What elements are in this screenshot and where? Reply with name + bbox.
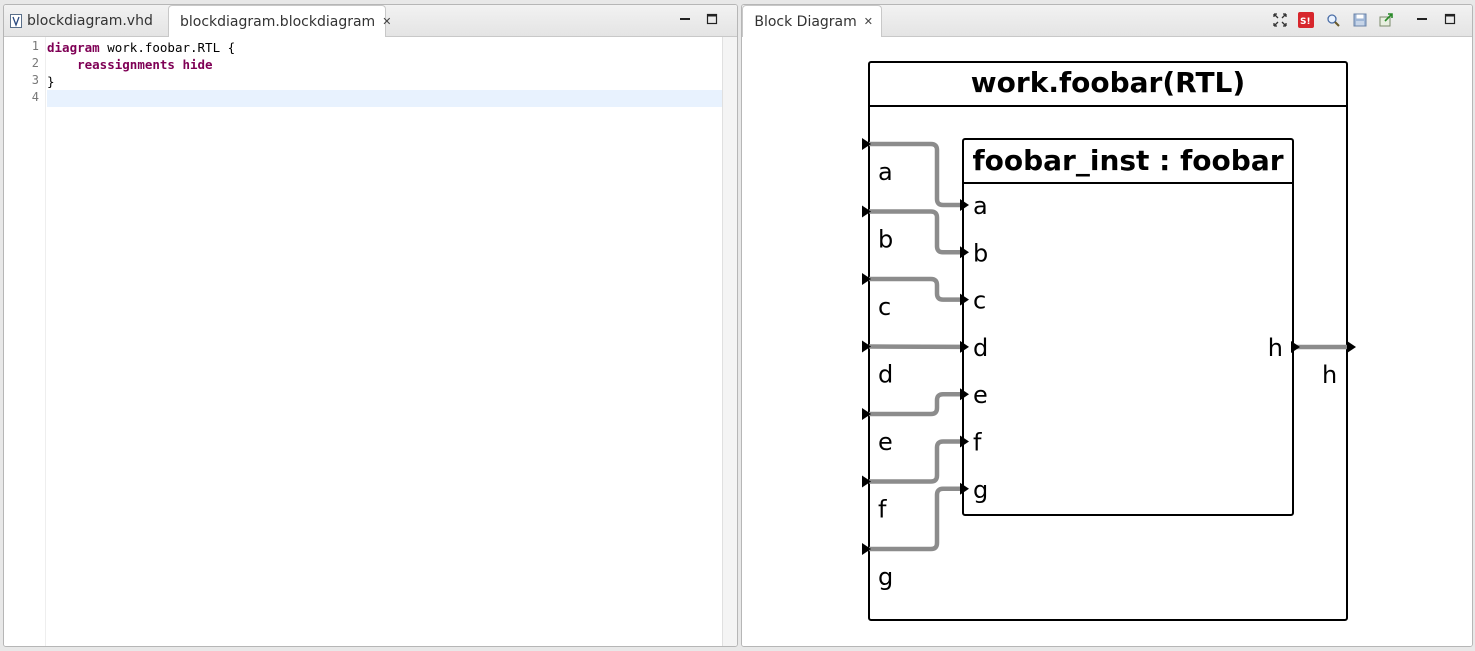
code-line[interactable]: } (47, 73, 723, 90)
inner-block-title: foobar_inst : foobar (972, 144, 1283, 177)
tab-block-diagram[interactable]: Block Diagram ✕ (742, 5, 882, 37)
minimize-icon[interactable] (1415, 12, 1429, 26)
block-diagram[interactable]: work.foobar(RTL) foobar_inst : foobar a a… (742, 37, 1470, 647)
line-number: 3 (31, 73, 39, 87)
keyword: diagram (47, 40, 100, 55)
line-number: 4 (31, 90, 39, 104)
line-number-gutter: 1 2 3 4 (4, 37, 46, 646)
outer-port-label-h: h (1322, 361, 1337, 389)
block-diagram-pane: Block Diagram ✕ S! work.foobar(RTL) foob… (741, 4, 1473, 647)
save-icon[interactable] (1352, 12, 1368, 28)
tab-label: Block Diagram (754, 13, 857, 30)
tab-blockdiagram-vhd[interactable]: blockdiagram.vhd (4, 5, 167, 36)
code-text: } (47, 74, 55, 89)
fit-to-view-icon[interactable] (1272, 12, 1288, 28)
inner-port-label-e: e (973, 381, 988, 409)
editor-tabbar: blockdiagram.vhd blockdiagram.blockdiagr… (4, 5, 737, 37)
keyword: hide (182, 57, 213, 72)
outer-port-label-a: a (878, 158, 893, 186)
inner-port-label-f: f (973, 429, 982, 457)
outer-port-label-e: e (878, 428, 893, 456)
code-line[interactable]: diagram work.foobar.RTL { (47, 39, 723, 56)
tab-label: blockdiagram.blockdiagram (180, 13, 376, 30)
outer-port-label-b: b (878, 226, 893, 254)
outer-port-marker-h (1347, 341, 1356, 353)
code-text: work.foobar.RTL { (99, 40, 236, 55)
outer-port-label-f: f (878, 496, 887, 524)
close-tab-icon[interactable]: ✕ (864, 15, 873, 28)
vhdl-file-icon (10, 13, 22, 28)
line-number: 1 (31, 39, 39, 53)
inner-port-label-a: a (973, 192, 988, 220)
outer-port-label-c: c (878, 293, 891, 321)
export-icon[interactable] (1379, 12, 1395, 28)
inner-port-label-c: c (973, 287, 986, 315)
svg-text:S!: S! (1300, 17, 1311, 27)
current-code-line[interactable] (47, 90, 723, 107)
sigasi-icon[interactable]: S! (1298, 12, 1314, 28)
view-tabbar: Block Diagram ✕ S! (742, 5, 1472, 37)
inner-port-label-h: h (1268, 334, 1283, 362)
outer-port-label-g: g (878, 563, 893, 591)
maximize-icon[interactable] (705, 12, 719, 26)
inner-port-label-g: g (973, 476, 988, 504)
diagram-canvas[interactable]: work.foobar(RTL) foobar_inst : foobar a a… (742, 37, 1472, 646)
vertical-scrollbar[interactable] (722, 37, 737, 646)
inner-block[interactable] (962, 138, 1294, 516)
maximize-icon[interactable] (1443, 12, 1457, 26)
close-tab-icon[interactable]: ✕ (382, 15, 391, 28)
code-line[interactable]: reassignments hide (47, 56, 723, 73)
editor-pane: blockdiagram.vhd blockdiagram.blockdiagr… (3, 4, 738, 647)
outer-port-label-d: d (878, 361, 893, 389)
outer-block-title: work.foobar(RTL) (971, 66, 1245, 99)
inner-port-label-b: b (973, 239, 988, 267)
zoom-icon[interactable] (1325, 12, 1341, 28)
keyword: reassignments (77, 57, 175, 72)
line-number: 2 (31, 56, 39, 70)
tab-blockdiagram-blockdiagram[interactable]: blockdiagram.blockdiagram ✕ (168, 5, 391, 37)
code-editor[interactable]: 1 2 3 4 diagram work.foobar.RTL { reassi… (4, 37, 723, 646)
inner-port-label-d: d (973, 334, 988, 362)
tab-label: blockdiagram.vhd (27, 12, 153, 29)
minimize-icon[interactable] (678, 12, 692, 26)
